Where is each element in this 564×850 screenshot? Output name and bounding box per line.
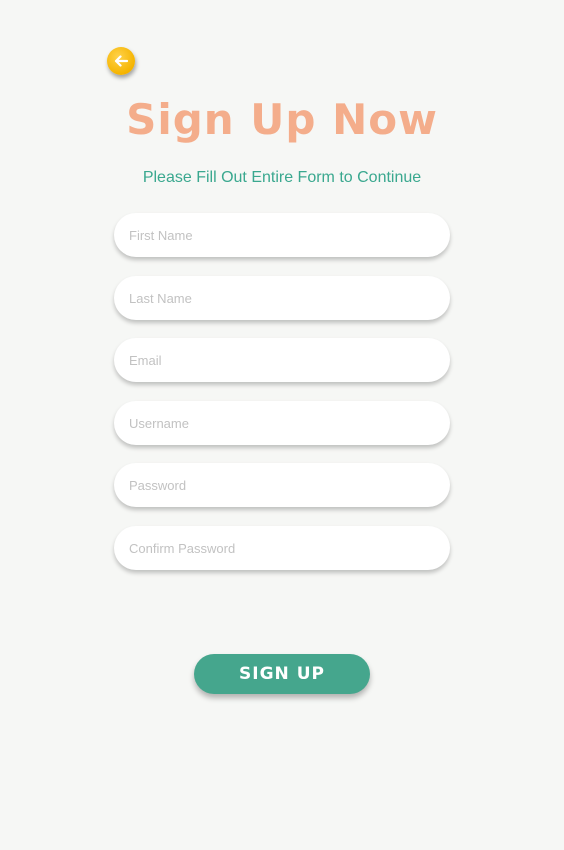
first-name-field[interactable] — [114, 213, 450, 257]
sign-up-button[interactable]: SIGN UP — [194, 654, 370, 694]
page-title: Sign Up Now — [126, 95, 438, 144]
confirm-password-field[interactable] — [114, 526, 450, 570]
last-name-field[interactable] — [114, 276, 450, 320]
page-subtitle: Please Fill Out Entire Form to Continue — [142, 169, 422, 186]
email-field[interactable] — [114, 338, 450, 382]
password-field[interactable] — [114, 463, 450, 507]
username-field[interactable] — [114, 401, 450, 445]
arrow-left-icon — [112, 52, 130, 70]
back-button[interactable] — [107, 47, 135, 75]
